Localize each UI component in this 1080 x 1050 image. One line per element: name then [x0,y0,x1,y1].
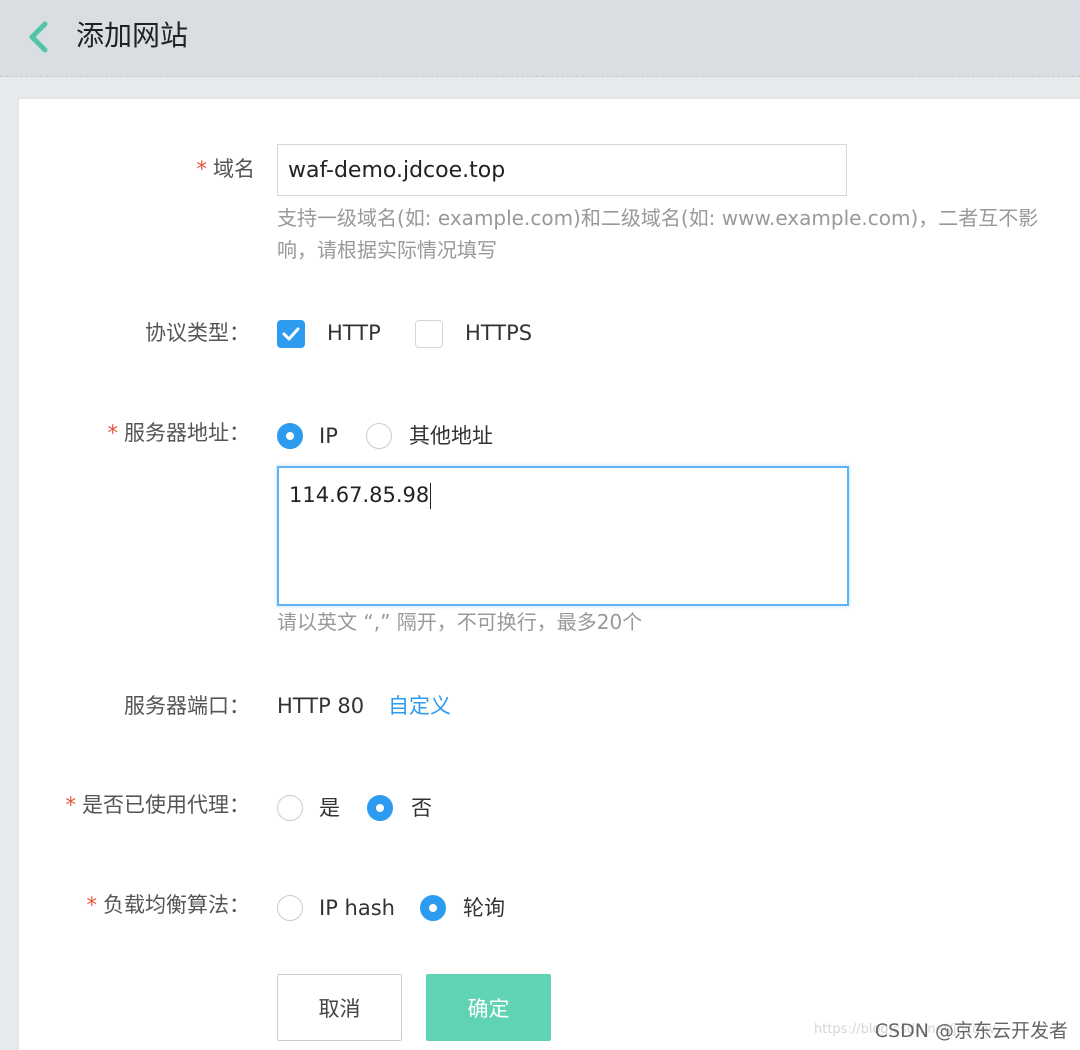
http-option-label[interactable]: HTTP [327,318,381,348]
required-mark: * [196,157,208,181]
https-option-label[interactable]: HTTPS [465,318,532,348]
ip-radio[interactable] [277,423,303,449]
other-address-option-label[interactable]: 其他地址 [409,421,493,451]
chevron-left-icon[interactable] [26,20,50,54]
proxy-yes-radio[interactable] [277,795,303,821]
page-header: 添加网站 [0,0,1080,77]
ip-option-label[interactable]: IP [319,421,338,451]
server-ip-value: 114.67.85.98 [289,483,430,507]
ip-hash-radio[interactable] [277,895,303,921]
cancel-button[interactable]: 取消 [277,974,402,1041]
text-caret [430,483,432,509]
page-title: 添加网站 [76,19,189,52]
customize-port-link[interactable]: 自定义 [388,691,451,721]
round-robin-label[interactable]: 轮询 [463,893,505,923]
round-robin-radio[interactable] [420,895,446,921]
server-port-label: 服务器端口： [124,694,250,718]
required-mark: * [86,893,98,917]
server-port-value: HTTP 80 [277,694,365,718]
server-ip-textarea[interactable]: 114.67.85.98 [277,466,849,606]
check-icon [282,327,300,341]
http-checkbox[interactable] [277,320,305,348]
https-checkbox[interactable] [415,320,443,348]
required-mark: * [65,793,77,817]
load-balance-label: * 负载均衡算法： [86,893,251,917]
watermark: CSDN @京东云开发者 [874,1020,1068,1042]
domain-label: * 域名 [196,157,256,181]
proxy-no-label[interactable]: 否 [411,793,432,823]
confirm-button[interactable]: 确定 [426,974,551,1041]
server-address-label: * 服务器地址： [107,421,251,445]
required-mark: * [107,421,119,445]
domain-hint-line2: 响，请根据实际情况填写 [277,238,497,262]
proxy-label: * 是否已使用代理： [65,793,251,817]
domain-input[interactable] [277,144,847,196]
proxy-no-radio[interactable] [367,795,393,821]
protocol-label: 协议类型： [145,321,250,345]
proxy-yes-label[interactable]: 是 [319,793,340,823]
domain-hint-line1: 支持一级域名(如: example.com)和二级域名(如: www.examp… [277,206,1039,230]
ip-hash-label[interactable]: IP hash [319,893,395,923]
server-address-hint: 请以英文 “,” 隔开，不可换行，最多20个 [277,610,643,634]
other-address-radio[interactable] [366,423,392,449]
